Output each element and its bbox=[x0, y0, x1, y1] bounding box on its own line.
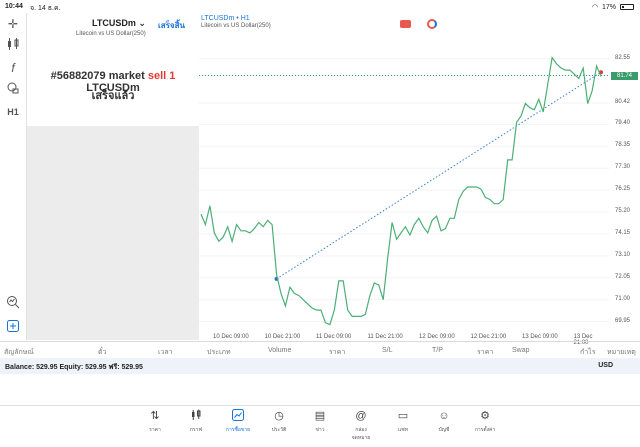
col-time: เวลา bbox=[158, 349, 173, 356]
objects-icon[interactable] bbox=[4, 81, 22, 99]
battery-percent: 17% bbox=[601, 3, 616, 11]
quotes-icon: ⇅ bbox=[150, 410, 160, 422]
done-button[interactable]: เสร็จสิ้น bbox=[158, 19, 185, 32]
price-tick: 73.10 bbox=[615, 251, 631, 258]
price-tick: 82.55 bbox=[615, 54, 631, 61]
time-tick: 11 Dec 09:00 bbox=[316, 334, 352, 340]
clock: 10:44 bbox=[5, 3, 23, 10]
news-icon: ▤ bbox=[314, 410, 326, 422]
price-tick: 72.05 bbox=[615, 273, 631, 280]
trade-table-header: สัญลักษณ์ ตั๋ว เวลา ประเภท Volume ราคา S… bbox=[0, 341, 640, 358]
col-current-price: ราคา bbox=[477, 349, 494, 356]
balance-currency: USD bbox=[598, 362, 613, 369]
col-price: ราคา bbox=[329, 349, 346, 356]
price-tick: 79.40 bbox=[615, 120, 631, 127]
nav-history[interactable]: ◷ ประวัติ bbox=[264, 409, 294, 434]
nav-label: ประวัติ bbox=[271, 427, 287, 433]
nav-label: การตั้งค่า bbox=[474, 427, 496, 433]
order-result: LTCUSDm ⌄ Litecoin vs US Dollar(250) เสร… bbox=[27, 13, 199, 126]
nav-charts[interactable]: กราฟ bbox=[181, 409, 211, 434]
time-tick: 11 Dec 21:00 bbox=[367, 334, 403, 340]
price-tick: 74.15 bbox=[615, 229, 631, 236]
zoom-icon[interactable] bbox=[4, 295, 22, 313]
balance-summary: Balance: 529.95 Equity: 529.95 ฟรี: 529.… bbox=[5, 364, 143, 371]
time-tick: 10 Dec 09:00 bbox=[213, 334, 249, 340]
battery-icon bbox=[620, 4, 634, 10]
current-price-badge: 81.74 bbox=[611, 71, 638, 80]
nav-label: แชท bbox=[398, 427, 408, 433]
price-tick: 78.35 bbox=[615, 142, 631, 149]
trade-icon bbox=[223, 409, 253, 423]
time-tick: 12 Dec 09:00 bbox=[419, 334, 455, 340]
symbol-selector[interactable]: LTCUSDm ⌄ bbox=[92, 18, 146, 29]
nav-label: บัญชี bbox=[438, 427, 450, 433]
time-tick: 13 Dec 09:00 bbox=[522, 334, 558, 340]
account-icon: ☺ bbox=[438, 410, 450, 422]
settings-icon: ⚙ bbox=[480, 410, 490, 422]
chat-icon: ▭ bbox=[397, 410, 409, 422]
price-tick: 77.30 bbox=[615, 164, 631, 171]
nav-account[interactable]: ☺ บัญชี bbox=[429, 409, 459, 434]
price-axis: 82.55 80.42 79.40 78.35 77.30 76.25 75.20 74.15… bbox=[609, 13, 640, 340]
symbol-description: Litecoin vs US Dollar(250) bbox=[76, 31, 146, 37]
nav-label: ข่าว bbox=[315, 427, 325, 433]
col-profit: กำไร bbox=[580, 349, 596, 356]
price-tick: 80.42 bbox=[615, 99, 631, 106]
symbol-name: LTCUSDm bbox=[92, 18, 136, 28]
nav-news[interactable]: ▤ ข่าว bbox=[305, 409, 335, 434]
price-tick: 76.25 bbox=[615, 186, 631, 193]
price-series-line bbox=[200, 56, 602, 326]
drawing-toolbar: ✛ f H1 bbox=[0, 13, 27, 340]
col-sl: S/L bbox=[382, 347, 393, 354]
order-panel: LTCUSDm ⌄ Litecoin vs US Dollar(250) เสร… bbox=[27, 13, 199, 340]
order-status: เสร็จแล้ว bbox=[91, 90, 135, 102]
nav-quotes[interactable]: ⇅ ราคา bbox=[140, 409, 170, 434]
col-type: ประเภท bbox=[207, 349, 231, 356]
bottom-nav: ⇅ ราคา กราฟ การซื้อขาย ◷ ประวัติ ▤ ข่าว … bbox=[0, 405, 640, 447]
indicators-icon[interactable]: f bbox=[4, 59, 22, 77]
nav-label: กราฟ bbox=[189, 427, 203, 433]
chevron-down-icon: ⌄ bbox=[138, 18, 146, 28]
nav-trade[interactable]: การซื้อขาย bbox=[223, 409, 253, 434]
charts-icon bbox=[181, 409, 211, 423]
nav-label: การซื้อขาย bbox=[225, 427, 251, 433]
nav-mailbox[interactable]: @ กล่องจดหมาย bbox=[346, 409, 376, 442]
nav-label: ราคา bbox=[149, 427, 161, 433]
price-tick: 69.95 bbox=[615, 317, 631, 324]
time-tick: 10 Dec 21:00 bbox=[264, 334, 301, 340]
order-ticket: #56882079 market bbox=[50, 70, 145, 82]
col-swap: Swap bbox=[512, 347, 530, 354]
nav-label: กล่องจดหมาย bbox=[351, 427, 371, 441]
col-tp: T/P bbox=[432, 347, 443, 354]
chart-canvas bbox=[199, 56, 609, 326]
price-tick: 75.20 bbox=[615, 208, 631, 215]
history-icon: ◷ bbox=[274, 410, 284, 422]
col-comment: หมายเหตุ bbox=[607, 349, 636, 356]
price-chart[interactable]: LTCUSDm • H1 Litecoin vs US Dollar(250) … bbox=[199, 13, 609, 346]
balance-bar: Balance: 529.95 Equity: 529.95 ฟรี: 529.… bbox=[0, 358, 640, 374]
col-symbol: สัญลักษณ์ bbox=[4, 349, 34, 356]
col-ticket: ตั๋ว bbox=[98, 349, 107, 356]
wifi-icon: ◠ bbox=[591, 4, 598, 11]
timeframe-icon[interactable]: H1 bbox=[4, 103, 22, 121]
col-volume: Volume bbox=[268, 347, 292, 354]
order-side: sell 1 bbox=[147, 70, 176, 82]
crosshair-icon[interactable]: ✛ bbox=[4, 15, 22, 33]
candlestick-icon[interactable] bbox=[4, 37, 22, 55]
mailbox-icon: @ bbox=[355, 410, 367, 422]
signal-icon[interactable] bbox=[427, 19, 437, 29]
nav-settings[interactable]: ⚙ การตั้งค่า bbox=[470, 409, 500, 434]
one-click-trading-icon[interactable] bbox=[400, 20, 411, 28]
time-tick: 12 Dec 21:00 bbox=[470, 334, 507, 340]
nav-chat[interactable]: ▭ แชท bbox=[388, 409, 418, 434]
add-chart-icon[interactable] bbox=[4, 319, 22, 337]
status-bar: 10:44 จ. 14 ธ.ค. ◠ 17% bbox=[0, 0, 640, 13]
price-tick: 71.00 bbox=[615, 295, 631, 302]
